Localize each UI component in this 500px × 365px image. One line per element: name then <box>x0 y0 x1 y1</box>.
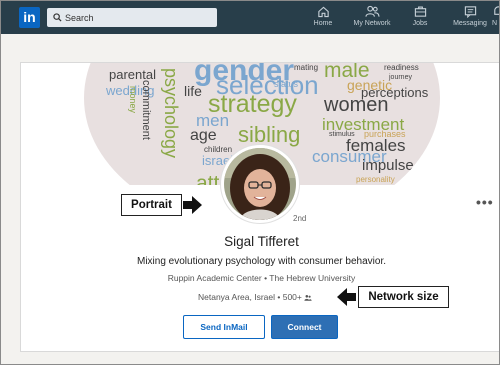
cloud-word: journey <box>389 74 412 81</box>
arrow-left-icon <box>337 288 356 306</box>
cloud-word: commitment <box>140 80 152 140</box>
nav-item-label: Messaging <box>453 20 487 27</box>
arrow-right-icon <box>183 196 202 214</box>
nav-item-label: My Network <box>353 20 391 27</box>
cloud-word: women <box>324 94 389 116</box>
connect-button[interactable]: Connect <box>271 315 338 339</box>
top-navigation-bar: in Home My Network <box>1 1 499 34</box>
nav-item-label: Jobs <box>412 20 428 27</box>
search-box[interactable] <box>47 8 217 27</box>
portrait-image <box>224 148 296 220</box>
nav-item-notifications-partial[interactable]: N <box>492 5 499 32</box>
portrait-annotation-label: Portrait <box>121 194 182 216</box>
nav-item-label-partial: N <box>492 20 498 27</box>
connections-icon <box>304 295 312 301</box>
cloud-word: readiness <box>384 63 419 72</box>
nav-item-messaging[interactable]: Messaging <box>451 5 489 32</box>
nav-item-my-network[interactable]: My Network <box>350 5 394 32</box>
profile-photo-frame[interactable] <box>221 145 299 223</box>
more-options-button[interactable]: ••• <box>476 194 494 210</box>
network-icon <box>364 5 380 17</box>
profile-headline: Mixing evolutionary psychology with cons… <box>136 256 386 267</box>
profile-card: gender male parental psychology wedding … <box>20 62 499 352</box>
network-size-annotation-label: Network size <box>358 286 449 308</box>
home-icon <box>317 6 329 18</box>
nav-item-jobs[interactable]: Jobs <box>410 5 430 32</box>
send-inmail-button[interactable]: Send InMail <box>183 315 265 339</box>
messaging-icon <box>464 6 476 18</box>
nav-item-label: Home <box>313 20 333 27</box>
search-icon <box>53 13 62 22</box>
cloud-word: sibling <box>238 122 301 147</box>
cloud-word: mating <box>294 63 319 72</box>
cloud-word: personality <box>356 175 395 184</box>
profile-name: Sigal Tifferet <box>224 234 299 249</box>
profile-photo[interactable] <box>224 148 296 220</box>
cloud-word: age <box>190 127 217 144</box>
cloud-word: money <box>128 86 138 114</box>
cloud-word: impulse <box>362 157 414 174</box>
connection-degree-badge: 2nd <box>293 214 307 223</box>
cloud-word: life <box>184 83 202 99</box>
nav-item-home[interactable]: Home <box>313 5 333 32</box>
cloud-word: psychology <box>161 68 181 159</box>
screenshot-frame: in Home My Network <box>0 0 500 365</box>
profile-education: Ruppin Academic Center • The Hebrew Univ… <box>167 273 356 283</box>
profile-location-connections[interactable]: Netanya Area, Israel • 500+ <box>198 292 338 302</box>
briefcase-icon <box>414 6 426 17</box>
search-input[interactable] <box>65 8 213 27</box>
location-connections-text: Netanya Area, Israel • 500+ <box>198 292 302 302</box>
bell-icon <box>494 6 499 15</box>
cloud-word: status <box>274 79 299 89</box>
linkedin-logo[interactable]: in <box>19 7 40 28</box>
